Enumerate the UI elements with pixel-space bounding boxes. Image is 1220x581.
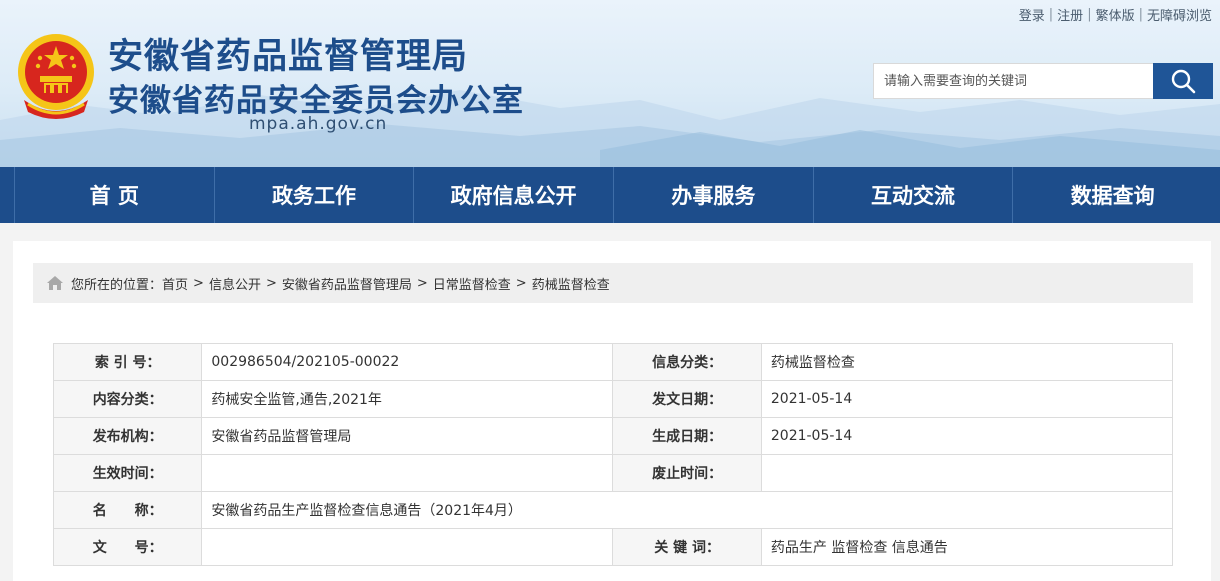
index-value: 002986504/202105-00022	[201, 343, 614, 381]
effective-time-label: 生效时间：	[52, 454, 203, 492]
document-number-label: 文 号：	[52, 528, 203, 566]
traditional-chinese-link[interactable]: 繁体版	[1096, 5, 1135, 24]
table-row: 内容分类： 药械安全监管,通告,2021年 发文日期： 2021-05-14	[52, 380, 1174, 418]
search-bar	[873, 63, 1213, 99]
breadcrumb-info-disclosure[interactable]: 信息公开	[209, 274, 261, 293]
expiry-time-label: 废止时间：	[612, 454, 762, 492]
issue-date-value: 2021-05-14	[760, 380, 1174, 418]
category-value: 药械监督检查	[760, 343, 1174, 381]
login-link[interactable]: 登录	[1019, 5, 1045, 24]
nav-information-disclosure[interactable]: 政府信息公开	[414, 167, 615, 223]
breadcrumb: 您所在的位置： 首页 > 信息公开 > 安徽省药品监督管理局 > 日常监督检查 …	[33, 263, 1193, 303]
table-row: 生效时间： 废止时间：	[52, 454, 1174, 492]
publisher-value: 安徽省药品监督管理局	[201, 417, 614, 455]
top-links: 登录 | 注册 | 繁体版 | 无障碍浏览	[1019, 5, 1212, 24]
site-header: 登录 | 注册 | 繁体版 | 无障碍浏览 安徽省药品监督管理局 安徽省药品安全…	[0, 0, 1220, 167]
site-title: 安徽省药品监督管理局	[108, 37, 469, 77]
breadcrumb-device-inspection[interactable]: 药械监督检查	[532, 274, 610, 293]
site-domain: mpa.ah.gov.cn	[249, 114, 388, 134]
nav-home[interactable]: 首 页	[14, 167, 215, 223]
breadcrumb-separator: >	[416, 275, 428, 291]
breadcrumb-bureau[interactable]: 安徽省药品监督管理局	[282, 274, 412, 293]
register-link[interactable]: 注册	[1057, 5, 1083, 24]
main-nav: 首 页 政务工作 政府信息公开 办事服务 互动交流 数据查询	[0, 167, 1220, 223]
title-label: 名 称：	[52, 491, 203, 529]
content-panel: 您所在的位置： 首页 > 信息公开 > 安徽省药品监督管理局 > 日常监督检查 …	[13, 241, 1211, 581]
table-row: 索 引 号： 002986504/202105-00022 信息分类： 药械监督…	[52, 343, 1174, 381]
accessibility-link[interactable]: 无障碍浏览	[1147, 5, 1212, 24]
breadcrumb-separator: >	[515, 275, 527, 291]
nav-government-affairs[interactable]: 政务工作	[215, 167, 415, 223]
category-label: 信息分类：	[612, 343, 762, 381]
separator: |	[1138, 7, 1143, 22]
document-number-value	[201, 528, 614, 566]
generated-date-label: 生成日期：	[612, 417, 762, 455]
nav-interaction[interactable]: 互动交流	[814, 167, 1014, 223]
issue-date-label: 发文日期：	[612, 380, 762, 418]
breadcrumb-separator: >	[265, 275, 277, 291]
effective-time-value	[201, 454, 614, 492]
breadcrumb-daily-inspection[interactable]: 日常监督检查	[433, 274, 511, 293]
nav-services[interactable]: 办事服务	[614, 167, 814, 223]
table-row: 文 号： 关 键 词： 药品生产 监督检查 信息通告	[52, 528, 1174, 566]
expiry-time-value	[760, 454, 1174, 492]
search-icon	[1171, 69, 1196, 94]
search-input[interactable]	[873, 63, 1153, 99]
table-row: 名 称： 安徽省药品生产监督检查信息通告（2021年4月）	[52, 491, 1173, 529]
title-value: 安徽省药品生产监督检查信息通告（2021年4月）	[201, 491, 1173, 529]
breadcrumb-prefix: 您所在的位置：	[71, 277, 163, 293]
search-button[interactable]	[1153, 63, 1213, 99]
breadcrumb-separator: >	[193, 275, 204, 291]
home-icon	[47, 276, 63, 290]
publisher-label: 发布机构：	[52, 417, 203, 455]
content-category-value: 药械安全监管,通告,2021年	[201, 380, 614, 418]
separator: |	[1087, 7, 1092, 22]
nav-data-query[interactable]: 数据查询	[1013, 167, 1212, 223]
separator: |	[1048, 7, 1054, 22]
generated-date-value: 2021-05-14	[760, 417, 1174, 455]
keywords-label: 关 键 词：	[612, 528, 762, 566]
document-info-table: 索 引 号： 002986504/202105-00022 信息分类： 药械监督…	[52, 343, 1174, 566]
index-label: 索 引 号：	[52, 343, 203, 381]
national-emblem-icon	[18, 34, 94, 119]
breadcrumb-home[interactable]: 首页	[162, 274, 188, 293]
table-row: 发布机构： 安徽省药品监督管理局 生成日期： 2021-05-14	[52, 417, 1174, 455]
content-category-label: 内容分类：	[52, 380, 203, 418]
keywords-value: 药品生产 监督检查 信息通告	[760, 528, 1174, 566]
